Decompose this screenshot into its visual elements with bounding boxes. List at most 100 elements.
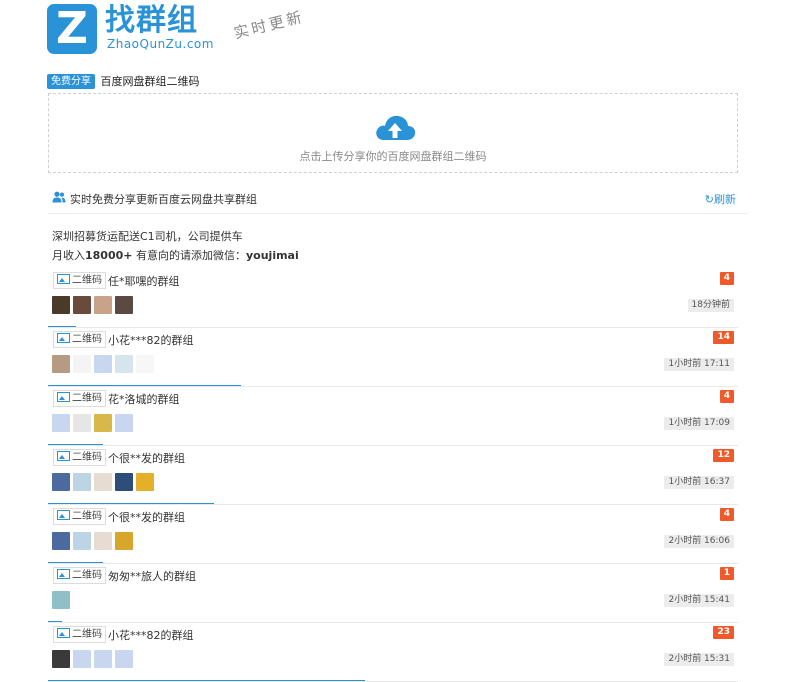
avatar[interactable] (94, 473, 112, 491)
timestamp-badge: 1小时前 17:11 (664, 358, 734, 371)
brand-name[interactable]: 找群组 (105, 4, 198, 38)
group-row[interactable]: 二维码 个很**发的群组 12 1小时前 16:37 (48, 446, 738, 505)
group-row[interactable]: 二维码 小花***82的群组 14 1小时前 17:11 (48, 328, 738, 387)
groups-section-header: 实时免费分享更新百度云网盘共享群组 ↻刷新 (52, 190, 736, 206)
image-icon (57, 451, 70, 461)
users-icon (52, 191, 66, 203)
group-name[interactable]: 小花***82的群组 (108, 332, 194, 348)
group-name[interactable]: 小花***82的群组 (108, 627, 194, 643)
activity-progress-bar (48, 326, 76, 327)
avatar[interactable] (115, 355, 133, 373)
qr-code-button[interactable]: 二维码 (53, 567, 106, 584)
qr-code-button[interactable]: 二维码 (53, 331, 106, 348)
ad-line-1: 深圳招募货运配送C1司机，公司提供车 (52, 230, 243, 243)
ad-line2-mid: 有意向的请添加微信： (132, 249, 246, 262)
image-icon (57, 628, 70, 638)
group-row[interactable]: 二维码 个很**发的群组 4 2小时前 16:06 (48, 505, 738, 564)
avatar[interactable] (52, 414, 70, 432)
qr-code-button[interactable]: 二维码 (53, 626, 106, 643)
qr-code-button[interactable]: 二维码 (53, 390, 106, 407)
avatar[interactable] (115, 650, 133, 668)
share-title: 百度网盘群组二维码 (100, 75, 200, 88)
section-title: 实时免费分享更新百度云网盘共享群组 (70, 193, 257, 206)
group-row[interactable]: 二维码 任*耶嘿的群组 4 18分钟前 (48, 269, 738, 328)
image-icon (57, 333, 70, 343)
image-icon (57, 274, 70, 284)
group-name[interactable]: 花*洛城的群组 (108, 391, 180, 407)
avatar[interactable] (94, 355, 112, 373)
image-icon (57, 392, 70, 402)
group-name[interactable]: 个很**发的群组 (108, 450, 185, 466)
avatar[interactable] (115, 473, 133, 491)
member-avatars (52, 473, 157, 493)
brand-domain: ZhaoQunZu.com (107, 37, 214, 51)
slogan: 实时更新 (232, 7, 307, 43)
avatar[interactable] (73, 355, 91, 373)
avatar[interactable] (115, 414, 133, 432)
avatar[interactable] (136, 355, 154, 373)
member-avatars (52, 414, 136, 434)
group-name[interactable]: 个很**发的群组 (108, 509, 185, 525)
activity-progress-bar (48, 385, 242, 386)
avatar[interactable] (94, 296, 112, 314)
share-badge: 免费分享 (47, 73, 95, 89)
avatar[interactable] (73, 414, 91, 432)
avatar[interactable] (52, 296, 70, 314)
avatar[interactable] (52, 355, 70, 373)
ad-text[interactable]: 深圳招募货运配送C1司机，公司提供车 月收入18000+ 有意向的请添加微信：y… (52, 227, 299, 265)
avatar[interactable] (73, 473, 91, 491)
avatar[interactable] (73, 296, 91, 314)
group-row[interactable]: 二维码 匆匆**旅人的群组 1 2小时前 15:41 (48, 564, 738, 623)
ad-line2-prefix: 月收入 (52, 249, 85, 262)
member-avatars (52, 532, 136, 552)
avatar[interactable] (52, 650, 70, 668)
activity-progress-bar (48, 444, 104, 445)
group-name[interactable]: 任*耶嘿的群组 (108, 273, 180, 289)
qr-code-label: 二维码 (72, 511, 102, 522)
section-divider (48, 213, 748, 214)
timestamp-badge: 2小时前 15:41 (664, 594, 734, 607)
member-count-badge: 23 (713, 626, 734, 639)
qr-code-button[interactable]: 二维码 (53, 272, 106, 289)
member-count-badge: 4 (719, 508, 734, 521)
qr-code-label: 二维码 (72, 452, 102, 463)
member-count-badge: 4 (719, 272, 734, 285)
avatar[interactable] (73, 532, 91, 550)
avatar[interactable] (136, 473, 154, 491)
avatar[interactable] (115, 296, 133, 314)
timestamp-badge: 2小时前 16:06 (664, 535, 734, 548)
activity-progress-bar (48, 562, 104, 563)
avatar[interactable] (52, 591, 70, 609)
logo-icon[interactable]: Z (47, 4, 97, 54)
member-avatars (52, 650, 136, 670)
member-count-badge: 1 (719, 567, 734, 580)
group-row[interactable]: 二维码 小花***82的群组 23 2小时前 15:31 (48, 623, 738, 682)
avatar[interactable] (115, 532, 133, 550)
qr-code-label: 二维码 (72, 275, 102, 286)
avatar[interactable] (94, 532, 112, 550)
group-name[interactable]: 匆匆**旅人的群组 (108, 568, 196, 584)
upload-area[interactable]: 点击上传分享你的百度网盘群组二维码 (48, 93, 738, 173)
group-row[interactable]: 二维码 花*洛城的群组 4 1小时前 17:09 (48, 387, 738, 446)
refresh-label: 刷新 (714, 193, 736, 206)
upload-hint: 点击上传分享你的百度网盘群组二维码 (299, 150, 487, 163)
refresh-icon: ↻ (704, 193, 714, 206)
avatar[interactable] (94, 650, 112, 668)
activity-progress-bar (48, 680, 366, 681)
avatar[interactable] (73, 650, 91, 668)
avatar[interactable] (94, 414, 112, 432)
qr-code-label: 二维码 (72, 334, 102, 345)
cloud-upload-icon (376, 115, 416, 140)
timestamp-badge: 1小时前 17:09 (664, 417, 734, 430)
site-header: Z 找群组 ZhaoQunZu.com 实时更新 (47, 4, 367, 56)
ad-wechat-id: youjimai (246, 249, 299, 262)
refresh-button[interactable]: ↻刷新 (705, 191, 736, 207)
qr-code-button[interactable]: 二维码 (53, 508, 106, 525)
avatar[interactable] (52, 532, 70, 550)
qr-code-button[interactable]: 二维码 (53, 449, 106, 466)
avatar[interactable] (52, 473, 70, 491)
member-count-badge: 12 (713, 449, 734, 462)
qr-code-label: 二维码 (72, 393, 102, 404)
timestamp-badge: 1小时前 16:37 (664, 476, 734, 489)
member-avatars (52, 591, 73, 611)
